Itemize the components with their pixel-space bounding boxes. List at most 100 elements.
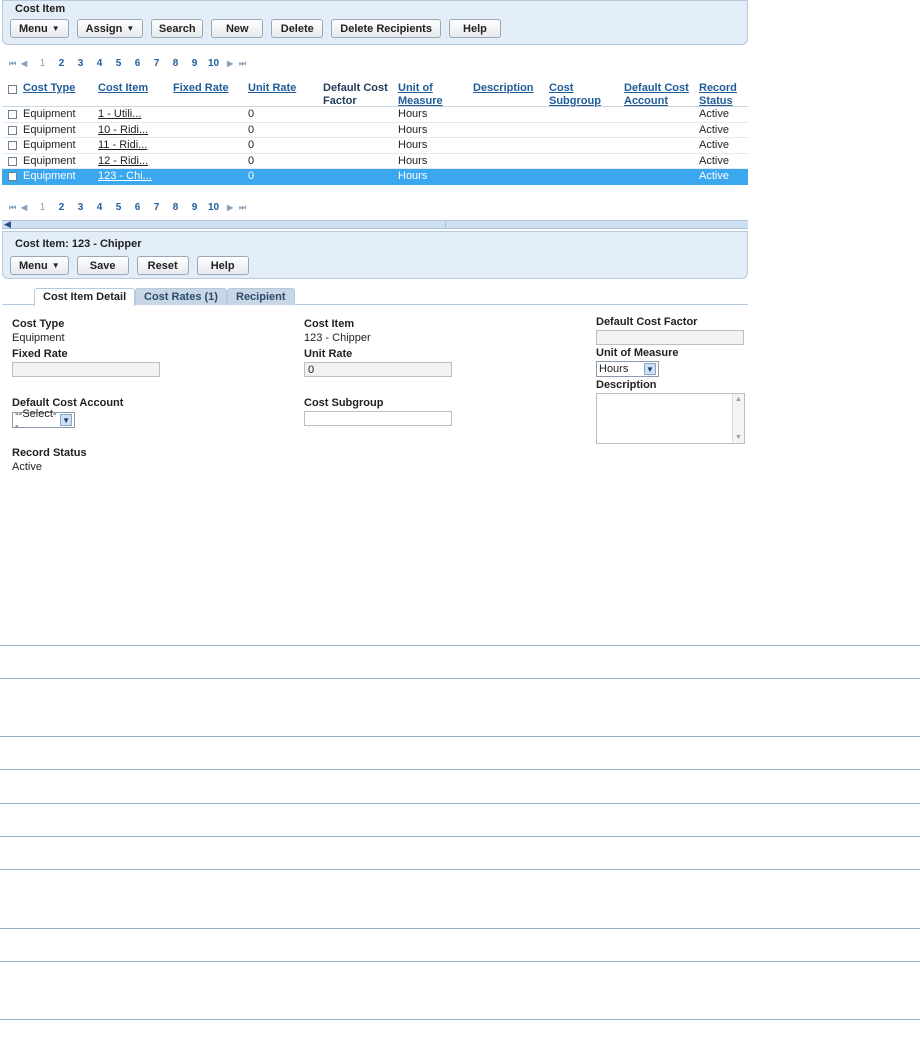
page-link[interactable]: 9	[185, 58, 204, 69]
col-unit-of-measure[interactable]: Unit of Measure	[398, 82, 448, 108]
cell-status: Active	[699, 139, 729, 151]
scroll-up-icon[interactable]: ▲	[735, 396, 742, 403]
scroll-down-icon[interactable]: ▼	[735, 434, 742, 441]
tab-cost-item-detail[interactable]: Cost Item Detail	[34, 288, 136, 306]
row-checkbox[interactable]	[8, 141, 17, 150]
table-header: Cost Type Cost Item Fixed Rate Unit Rate…	[2, 79, 748, 107]
row-checkbox[interactable]	[8, 156, 17, 166]
first-page-icon[interactable]: ⏮	[9, 59, 21, 69]
delete-button[interactable]: Delete	[271, 19, 324, 38]
cell-uom: Hours	[398, 154, 428, 167]
table-row-selected[interactable]: Equipment 123 - Chi... 0 Hours Active	[2, 169, 748, 185]
page-link[interactable]: 10	[204, 58, 223, 69]
col-cost-subgroup[interactable]: Cost Subgroup	[549, 82, 604, 108]
unit-of-measure-label: Unit of Measure	[596, 347, 679, 359]
delete-recipients-button[interactable]: Delete Recipients	[331, 19, 441, 38]
select-all-checkbox[interactable]	[8, 85, 17, 94]
detail-toolbar: Menu ▼ Save Reset Help	[3, 254, 747, 275]
page-link[interactable]: 2	[52, 202, 71, 213]
divider	[0, 678, 920, 679]
page-link[interactable]: 5	[109, 58, 128, 69]
page-link[interactable]: 3	[71, 202, 90, 213]
table-row[interactable]: Equipment 10 - Ridi... 0 Hours Active	[2, 123, 748, 138]
divider	[0, 1019, 920, 1020]
page-link[interactable]: 6	[128, 58, 147, 69]
page-link[interactable]: 3	[71, 58, 90, 69]
col-description[interactable]: Description	[473, 82, 534, 95]
page-link: 1	[39, 58, 46, 69]
description-scrollbar[interactable]: ▲ ▼	[732, 394, 744, 443]
default-cost-account-select[interactable]: --Select-- ▼	[12, 408, 75, 432]
chevron-down-icon[interactable]: ▼	[60, 414, 72, 426]
horizontal-scrollbar[interactable]: ◀ ⋮	[2, 219, 748, 230]
col-unit-rate[interactable]: Unit Rate	[248, 82, 296, 95]
page-link[interactable]: 7	[147, 202, 166, 213]
page-link[interactable]: 4	[90, 58, 109, 69]
cell-cost-type: Equipment	[23, 139, 76, 151]
assign-button[interactable]: Assign ▼	[76, 19, 144, 38]
cell-cost-item-link[interactable]: 12 - Ridi...	[98, 155, 148, 167]
first-page-icon[interactable]: ⏮	[9, 203, 21, 213]
unit-of-measure-select[interactable]: Hours ▼	[596, 361, 659, 377]
assign-caret-icon: ▼	[126, 24, 135, 33]
page-link[interactable]: 10	[204, 202, 223, 213]
scroll-left-icon[interactable]: ◀	[4, 219, 11, 230]
record-status-label: Record Status	[12, 447, 87, 459]
col-cost-type[interactable]: Cost Type	[23, 82, 75, 95]
cost-subgroup-label: Cost Subgroup	[304, 397, 384, 409]
unit-rate-label: Unit Rate	[304, 348, 353, 360]
table-row[interactable]: Equipment 1 - Utili... 0 Hours Active	[2, 107, 748, 123]
page-link[interactable]: 9	[185, 202, 204, 213]
new-button[interactable]: New	[211, 19, 264, 38]
default-cost-factor-field[interactable]	[596, 330, 744, 345]
col-default-cost-account[interactable]: Default Cost Account	[624, 82, 694, 108]
help-button[interactable]: Help	[448, 19, 501, 38]
fixed-rate-field[interactable]	[12, 362, 160, 377]
menu-button[interactable]: Menu ▼	[10, 19, 69, 38]
col-cost-item[interactable]: Cost Item	[98, 82, 148, 95]
pager-top: ⏮ ◀ 1 2 3 4 5 6 7 8 9 10 ▶ ⏭	[9, 58, 251, 69]
row-checkbox[interactable]	[8, 110, 17, 119]
page-link[interactable]: 8	[166, 202, 185, 213]
divider	[0, 645, 920, 646]
cell-cost-item-link[interactable]: 123 - Chi...	[98, 171, 152, 182]
prev-page-icon[interactable]: ◀	[21, 59, 33, 68]
table-row[interactable]: Equipment 12 - Ridi... 0 Hours Active	[2, 154, 748, 169]
cell-uom: Hours	[398, 108, 428, 120]
next-page-icon[interactable]: ▶	[227, 203, 239, 212]
page-link[interactable]: 4	[90, 202, 109, 213]
search-button[interactable]: Search	[151, 19, 204, 38]
cost-item-value: 123 - Chipper	[304, 332, 371, 344]
save-button[interactable]: Save	[76, 256, 129, 275]
next-page-icon[interactable]: ▶	[227, 59, 239, 68]
fixed-rate-label: Fixed Rate	[12, 348, 68, 360]
page-link[interactable]: 6	[128, 202, 147, 213]
detail-help-button[interactable]: Help	[196, 256, 249, 275]
col-fixed-rate[interactable]: Fixed Rate	[173, 82, 229, 95]
page-link[interactable]: 5	[109, 202, 128, 213]
cell-cost-item-link[interactable]: 1 - Utili...	[98, 109, 141, 120]
table-row[interactable]: Equipment 11 - Ridi... 0 Hours Active	[2, 138, 748, 154]
cell-cost-item-link[interactable]: 10 - Ridi...	[98, 124, 148, 136]
detail-menu-button[interactable]: Menu ▼	[10, 256, 69, 275]
prev-page-icon[interactable]: ◀	[21, 203, 33, 212]
reset-button[interactable]: Reset	[136, 256, 189, 275]
list-panel: Cost Item Menu ▼ Assign ▼ Search New Delet…	[2, 0, 748, 45]
tab-recipient[interactable]: Recipient	[227, 288, 295, 305]
col-record-status[interactable]: Record Status	[699, 82, 744, 108]
scroll-grip-icon[interactable]: ⋮	[442, 221, 449, 229]
cost-subgroup-field[interactable]	[304, 411, 452, 426]
cell-cost-item-link[interactable]: 11 - Ridi...	[98, 140, 147, 151]
row-checkbox[interactable]	[8, 125, 17, 135]
page-link[interactable]: 2	[52, 58, 71, 69]
last-page-icon[interactable]: ⏭	[239, 203, 251, 213]
page-link[interactable]: 7	[147, 58, 166, 69]
chevron-down-icon[interactable]: ▼	[644, 363, 656, 375]
row-checkbox[interactable]	[8, 172, 17, 181]
last-page-icon[interactable]: ⏭	[239, 59, 251, 69]
pager-bottom: ⏮ ◀ 1 2 3 4 5 6 7 8 9 10 ▶ ⏭	[9, 202, 251, 213]
unit-rate-field[interactable]: 0	[304, 362, 452, 377]
description-field[interactable]: ▲ ▼	[596, 393, 745, 444]
page-link[interactable]: 8	[166, 58, 185, 69]
tab-cost-rates[interactable]: Cost Rates (1)	[135, 288, 227, 305]
